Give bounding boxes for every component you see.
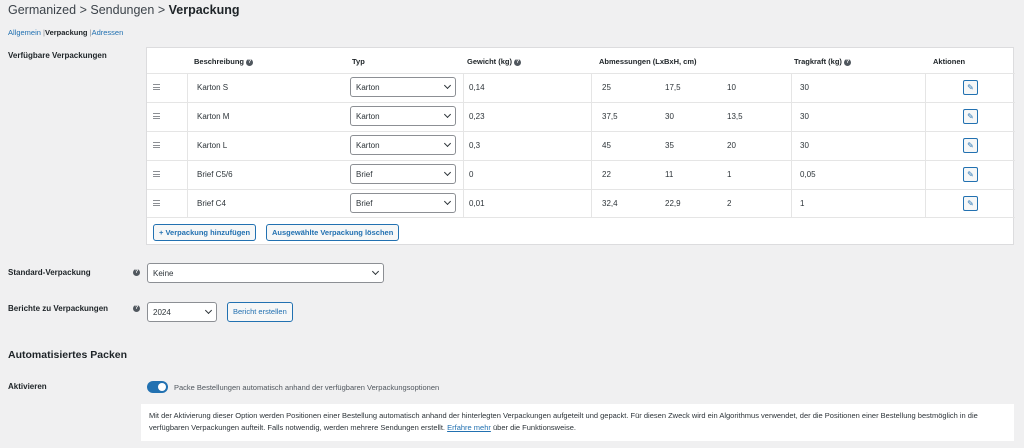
type-select[interactable]: Karton — [350, 135, 456, 155]
row-width[interactable]: 17,5 — [665, 83, 681, 92]
type-select[interactable]: Brief — [350, 193, 456, 213]
drag-handle-icon[interactable] — [153, 200, 160, 208]
row-weight[interactable]: 0,14 — [469, 83, 485, 92]
header-actions: Aktionen — [933, 57, 966, 66]
breadcrumb-germanized[interactable]: Germanized — [8, 3, 76, 17]
pencil-icon: ✎ — [967, 83, 974, 92]
sub-navigation: Allgemein |Verpackung |Adressen — [8, 28, 124, 37]
default-packaging-select[interactable]: Keine — [147, 263, 384, 283]
auto-pack-description: Mit der Aktivierung dieser Option werden… — [141, 404, 1014, 441]
row-width[interactable]: 30 — [665, 112, 674, 121]
row-weight[interactable]: 0,01 — [469, 199, 485, 208]
help-icon[interactable]: ? — [246, 58, 254, 66]
packaging-table: Beschreibung ? Typ Gewicht (kg) ? Abmess… — [146, 47, 1015, 245]
row-description[interactable]: Karton S — [197, 83, 228, 92]
auto-pack-toggle-text: Packe Bestellungen automatisch anhand de… — [174, 383, 440, 392]
row-width[interactable]: 35 — [665, 141, 674, 150]
table-header: Beschreibung ? Typ Gewicht (kg) ? Abmess… — [147, 48, 1013, 74]
edit-button[interactable]: ✎ — [963, 109, 978, 124]
chevron-down-icon — [371, 267, 380, 276]
edit-button[interactable]: ✎ — [963, 138, 978, 153]
row-weight[interactable]: 0,3 — [469, 141, 480, 150]
row-capacity[interactable]: 1 — [800, 199, 804, 208]
chevron-down-icon — [443, 81, 452, 90]
row-width[interactable]: 22,9 — [665, 199, 681, 208]
chevron-down-icon — [443, 110, 452, 119]
chevron-down-icon — [443, 139, 452, 148]
auto-pack-heading: Automatisiertes Packen — [8, 349, 128, 361]
type-select[interactable]: Brief — [350, 164, 456, 184]
auto-pack-label: Aktivieren — [8, 382, 47, 391]
breadcrumb-sendungen[interactable]: Sendungen — [90, 3, 154, 17]
row-capacity[interactable]: 0,05 — [800, 170, 816, 179]
pencil-icon: ✎ — [967, 141, 974, 150]
row-description[interactable]: Karton M — [197, 112, 229, 121]
auto-pack-toggle[interactable] — [147, 381, 168, 393]
edit-button[interactable]: ✎ — [963, 167, 978, 182]
row-description[interactable]: Brief C5/6 — [197, 170, 233, 179]
row-length[interactable]: 45 — [602, 141, 611, 150]
help-icon[interactable]: ? — [844, 58, 852, 66]
breadcrumb: Germanized > Sendungen > Verpackung — [8, 3, 240, 17]
header-type: Typ — [352, 57, 365, 66]
drag-handle-icon[interactable] — [153, 142, 160, 150]
available-packaging-label: Verfügbare Verpackungen — [8, 51, 107, 60]
subnav-adressen[interactable]: Adressen — [92, 28, 124, 37]
drag-handle-icon[interactable] — [153, 171, 160, 179]
table-row: Brief C4 Brief 0,01 32,4 22,9 2 1 ✎ — [147, 189, 1015, 218]
pencil-icon: ✎ — [967, 170, 974, 179]
row-length[interactable]: 22 — [602, 170, 611, 179]
report-year-select[interactable]: 2024 — [147, 302, 217, 322]
row-capacity[interactable]: 30 — [800, 112, 809, 121]
type-select[interactable]: Karton — [350, 106, 456, 126]
row-length[interactable]: 25 — [602, 83, 611, 92]
row-weight[interactable]: 0,23 — [469, 112, 485, 121]
row-description[interactable]: Brief C4 — [197, 199, 226, 208]
default-packaging-label: Standard-Verpackung — [8, 268, 91, 277]
row-height[interactable]: 20 — [727, 141, 736, 150]
row-weight[interactable]: 0 — [469, 170, 473, 179]
row-length[interactable]: 37,5 — [602, 112, 618, 121]
table-row: Karton L Karton 0,3 45 35 20 30 ✎ — [147, 131, 1015, 160]
header-weight: Gewicht (kg) ? — [467, 57, 522, 66]
table-row: Brief C5/6 Brief 0 22 11 1 0,05 ✎ — [147, 160, 1015, 189]
edit-button[interactable]: ✎ — [963, 80, 978, 95]
row-width[interactable]: 11 — [665, 170, 673, 179]
chevron-down-icon — [443, 168, 452, 177]
learn-more-link[interactable]: Erfahre mehr — [447, 423, 491, 432]
pencil-icon: ✎ — [967, 199, 974, 208]
page-title: Verpackung — [168, 3, 240, 17]
row-height[interactable]: 2 — [727, 199, 731, 208]
pencil-icon: ✎ — [967, 112, 974, 121]
header-dimensions: Abmessungen (LxBxH, cm) — [599, 57, 697, 66]
drag-handle-icon[interactable] — [153, 113, 160, 121]
row-length[interactable]: 32,4 — [602, 199, 618, 208]
row-height[interactable]: 1 — [727, 170, 731, 179]
drag-handle-icon[interactable] — [153, 84, 160, 92]
subnav-allgemein[interactable]: Allgemein — [8, 28, 41, 37]
help-icon[interactable]: ? — [133, 269, 140, 276]
header-description: Beschreibung ? — [194, 57, 254, 66]
help-icon[interactable]: ? — [514, 58, 522, 66]
chevron-down-icon — [443, 197, 452, 206]
type-select[interactable]: Karton — [350, 77, 456, 97]
add-packaging-button[interactable]: + Verpackung hinzufügen — [153, 224, 257, 241]
subnav-verpackung[interactable]: Verpackung — [45, 28, 88, 37]
row-capacity[interactable]: 30 — [800, 83, 809, 92]
row-height[interactable]: 10 — [727, 83, 736, 92]
chevron-down-icon — [204, 306, 213, 315]
table-row: Karton S Karton 0,14 25 17,5 10 30 ✎ — [147, 73, 1015, 102]
help-icon[interactable]: ? — [133, 305, 140, 312]
row-description[interactable]: Karton L — [197, 141, 227, 150]
header-capacity: Tragkraft (kg) ? — [794, 57, 852, 66]
row-height[interactable]: 13,5 — [727, 112, 743, 121]
create-report-button[interactable]: Bericht erstellen — [227, 302, 293, 322]
delete-packaging-button[interactable]: Ausgewählte Verpackung löschen — [266, 224, 400, 241]
table-row: Karton M Karton 0,23 37,5 30 13,5 30 ✎ — [147, 102, 1015, 131]
row-capacity[interactable]: 30 — [800, 141, 809, 150]
edit-button[interactable]: ✎ — [963, 196, 978, 211]
reports-label: Berichte zu Verpackungen — [8, 304, 109, 313]
